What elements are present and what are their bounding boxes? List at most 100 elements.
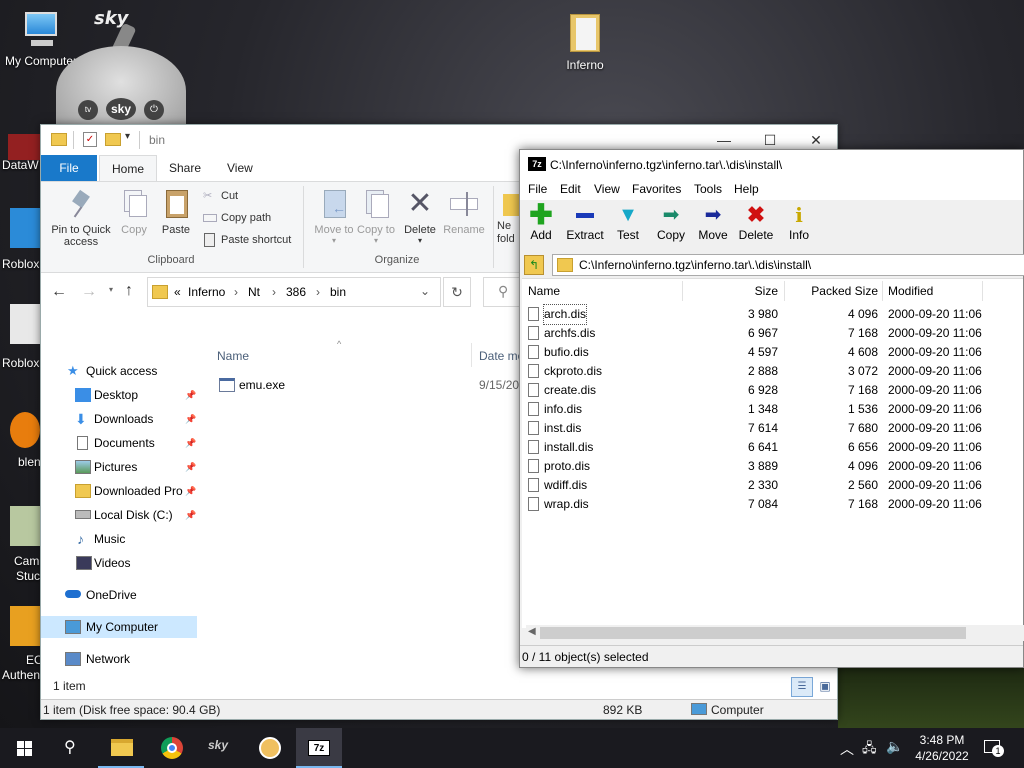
breadcrumb-inferno[interactable]: Inferno xyxy=(188,285,225,299)
tab-share[interactable]: Share xyxy=(157,155,213,181)
roblox-icon[interactable] xyxy=(10,208,40,248)
tab-home[interactable]: Home xyxy=(99,155,158,181)
table-row[interactable]: wrap.dis 7 084 7 168 2000-09-20 11:06 xyxy=(522,495,1023,514)
pin-icon[interactable]: 📌 xyxy=(185,456,196,478)
pin-icon[interactable]: 📌 xyxy=(185,480,197,502)
pin-icon[interactable]: 📌 xyxy=(185,408,196,430)
add-button[interactable]: ✚ Add xyxy=(518,201,564,243)
scroll-left-icon[interactable]: ◀ xyxy=(528,626,536,637)
sky-remote-widget[interactable]: tv sky ⏻ xyxy=(56,46,186,136)
properties-icon[interactable]: ✓ xyxy=(83,132,97,147)
eo-authenticator-icon[interactable] xyxy=(10,606,40,646)
show-hidden-icons-button[interactable]: ︿ xyxy=(840,739,854,759)
horizontal-scrollbar[interactable]: ◀ xyxy=(526,625,1024,641)
breadcrumb-bin[interactable]: bin xyxy=(330,285,346,299)
table-row[interactable]: bufio.dis 4 597 4 608 2000-09-20 11:06 xyxy=(522,343,1023,362)
details-view-button[interactable]: ☰ xyxy=(791,677,813,697)
table-row[interactable]: inst.dis 7 614 7 680 2000-09-20 11:06 xyxy=(522,419,1023,438)
menu-help[interactable]: Help xyxy=(734,182,759,196)
extract-button[interactable]: Extract xyxy=(562,204,608,242)
forward-button[interactable]: → xyxy=(81,283,97,301)
table-row[interactable]: wdiff.dis 2 330 2 560 2000-09-20 11:06 xyxy=(522,476,1023,495)
column-header-modified[interactable]: Modified xyxy=(888,279,933,303)
paste-shortcut-button[interactable]: Paste shortcut xyxy=(203,230,291,250)
nav-network[interactable]: Network xyxy=(65,648,130,670)
copy-path-button[interactable]: Copy path xyxy=(203,208,271,228)
breadcrumb-separator[interactable]: › xyxy=(234,285,238,299)
up-button[interactable]: ↑ xyxy=(125,282,133,300)
rename-button[interactable]: Rename xyxy=(437,188,491,236)
nav-local-disk[interactable]: Local Disk (C:) 📌 xyxy=(75,504,197,526)
up-folder-button[interactable]: ↰ xyxy=(524,255,544,275)
nav-videos[interactable]: Videos xyxy=(75,552,130,574)
taskbar-chrome[interactable] xyxy=(148,728,194,768)
breadcrumb-overflow[interactable]: « xyxy=(174,285,181,299)
taskbar-file-explorer[interactable] xyxy=(98,728,144,768)
nav-downloads[interactable]: ⬇ Downloads 📌 xyxy=(75,408,197,430)
breadcrumb-386[interactable]: 386 xyxy=(286,285,306,299)
menu-file[interactable]: File xyxy=(528,182,547,196)
menu-tools[interactable]: Tools xyxy=(694,182,722,196)
scrollbar-thumb[interactable] xyxy=(540,627,966,639)
column-header-size[interactable]: Size xyxy=(732,279,778,303)
taskbar-7zip[interactable]: 7z xyxy=(296,728,342,768)
7zip-window[interactable]: 7z C:\Inferno\inferno.tgz\inferno.tar\.\… xyxy=(519,149,1024,668)
pin-icon[interactable]: 📌 xyxy=(185,504,196,526)
menu-favorites[interactable]: Favorites xyxy=(632,182,681,196)
camstudio-icon[interactable] xyxy=(10,506,40,546)
address-bar[interactable]: « Inferno › Nt › 386 › bin ⌄ xyxy=(147,277,441,307)
path-input[interactable]: C:\Inferno\inferno.tgz\inferno.tar\.\dis… xyxy=(552,254,1024,276)
breadcrumb-nt[interactable]: Nt xyxy=(248,285,260,299)
nav-downloaded-programs[interactable]: Downloaded Pro 📌 xyxy=(75,480,197,502)
column-header-date[interactable]: Date mo xyxy=(479,349,524,363)
title-bar[interactable]: 7z C:\Inferno\inferno.tgz\inferno.tar\.\… xyxy=(520,150,1023,180)
datawrapper-icon[interactable] xyxy=(8,134,40,160)
table-row[interactable]: emu.exe 9/15/20 xyxy=(217,375,519,397)
search-button[interactable]: ⚲ xyxy=(48,728,94,768)
table-row[interactable]: archfs.dis 6 967 7 168 2000-09-20 11:06 xyxy=(522,324,1023,343)
search-box[interactable]: ⚲ xyxy=(483,277,523,307)
notification-center-button[interactable]: 1 xyxy=(984,738,1004,757)
desktop-icon-my-computer[interactable]: My Computer xyxy=(0,10,82,68)
pin-icon[interactable]: 📌 xyxy=(185,432,196,454)
breadcrumb-separator[interactable]: › xyxy=(272,285,276,299)
breadcrumb-separator[interactable]: › xyxy=(316,285,320,299)
roblox-studio-icon[interactable] xyxy=(10,304,40,344)
large-icons-view-button[interactable]: ▣ xyxy=(815,677,835,697)
table-row[interactable]: arch.dis 3 980 4 096 2000-09-20 11:06 xyxy=(522,304,1023,325)
menu-edit[interactable]: Edit xyxy=(560,182,581,196)
clock[interactable]: 3:48 PM 4/26/2022 xyxy=(910,732,974,764)
paste-button[interactable]: Paste xyxy=(149,188,203,236)
test-button[interactable]: ▼ Test xyxy=(605,204,651,242)
cut-button[interactable]: ✂ Cut xyxy=(203,186,238,206)
back-button[interactable]: ← xyxy=(51,283,67,301)
table-row[interactable]: install.dis 6 641 6 656 2000-09-20 11:06 xyxy=(522,438,1023,457)
volume-icon[interactable]: 🔈 xyxy=(886,738,903,755)
network-icon[interactable]: 🖧 xyxy=(862,739,877,761)
customize-quick-access-icon[interactable]: ▾ xyxy=(125,131,130,142)
table-row[interactable]: ckproto.dis 2 888 3 072 2000-09-20 11:06 xyxy=(522,362,1023,381)
nav-documents[interactable]: Documents 📌 xyxy=(75,432,197,454)
taskbar-sky[interactable]: sky xyxy=(198,728,244,768)
nav-my-computer[interactable]: My Computer xyxy=(41,616,197,638)
chevron-down-icon[interactable]: ⌄ xyxy=(420,284,430,298)
start-button[interactable] xyxy=(0,728,46,768)
move-button[interactable]: ➡ Move xyxy=(690,204,736,242)
column-header-name[interactable]: Name xyxy=(217,349,249,363)
nav-music[interactable]: ♪ Music xyxy=(75,528,125,550)
delete-button[interactable]: ✖ Delete xyxy=(733,204,779,243)
refresh-button[interactable]: ↻ xyxy=(443,277,471,307)
table-row[interactable]: proto.dis 3 889 4 096 2000-09-20 11:06 xyxy=(522,457,1023,476)
table-row[interactable]: create.dis 6 928 7 168 2000-09-20 11:06 xyxy=(522,381,1023,400)
tab-view[interactable]: View xyxy=(215,155,265,181)
nav-pictures[interactable]: Pictures 📌 xyxy=(75,456,197,478)
tab-file[interactable]: File xyxy=(41,155,97,181)
info-button[interactable]: i Info xyxy=(776,204,822,242)
pin-icon[interactable]: 📌 xyxy=(185,384,196,406)
new-folder-icon[interactable] xyxy=(105,133,121,146)
desktop-icon-inferno[interactable]: Inferno xyxy=(544,10,626,72)
table-row[interactable]: info.dis 1 348 1 536 2000-09-20 11:06 xyxy=(522,400,1023,419)
recent-locations-button[interactable]: ▾ xyxy=(109,285,113,294)
nav-quick-access[interactable]: ★ Quick access xyxy=(67,360,157,382)
column-header-name[interactable]: Name xyxy=(528,279,560,303)
